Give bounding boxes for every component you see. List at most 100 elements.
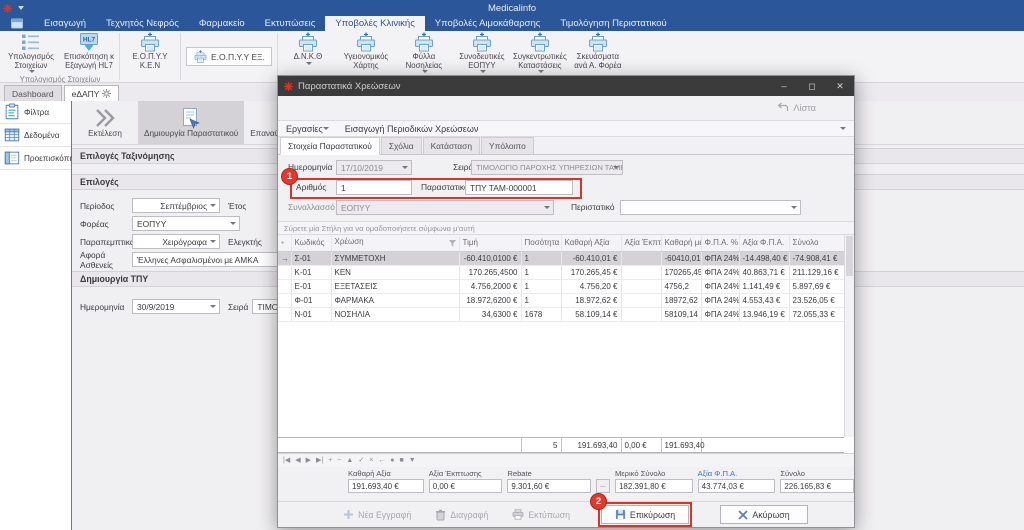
row-selector-header: ● (278, 235, 291, 251)
last-record-icon[interactable]: ▶| (316, 457, 323, 464)
table-cell: 170.265,4500 (459, 265, 521, 279)
sidebar-item-label: Φίλτρα (24, 108, 49, 117)
agency-select[interactable]: ΕΟΠΥΥ (132, 216, 240, 231)
data-table-icon (3, 126, 21, 144)
total-label: Καθαρή Αξία (348, 469, 424, 478)
column-header[interactable]: Τιμή (459, 235, 521, 251)
minimize-button[interactable]: – (770, 76, 798, 96)
ribbon-button[interactable]: Υγειονομικός Χάρτης (337, 31, 395, 71)
column-header[interactable]: Σύνολο (789, 235, 844, 251)
refresh-icon[interactable]: ← (378, 457, 385, 464)
ribbon-button[interactable]: Συγκεντρωτικές Καταστάσεις (511, 31, 569, 74)
maximize-button[interactable]: ◻ (798, 76, 826, 96)
period-select[interactable]: Σεπτέμβριος (132, 198, 220, 213)
doc-series-input[interactable]: ΤΙΜΟΛΟΓΙΟ ΠΑΡΟΧΗΣ ΥΠΗΡΕΣΙΩΝ ΤΑΜΕΙΟΥ (471, 160, 623, 175)
save-icon (615, 509, 626, 520)
ribbon-button[interactable]: Ε.Ο.Π.Υ.Υ Κ.Ε.Ν (121, 31, 179, 71)
patients-input[interactable]: Έλληνες Ασφαλισμένοι με ΑΜΚΑ (132, 252, 280, 267)
total-value-input[interactable]: 226.165,83 € (780, 479, 854, 493)
table-row[interactable]: →Σ-01ΣΥΜΜΕΤΟΧΗ-60.410,0100 €1-60.410,01 … (278, 251, 844, 265)
ribbon-button[interactable]: Συνοδευτικές ΕΟΠΥΥ (453, 31, 511, 74)
column-header[interactable]: Καθαρή μετά (661, 235, 701, 251)
toolbar-item[interactable]: Εκτέλεση (72, 101, 138, 144)
delete-record-icon[interactable]: − (337, 457, 341, 464)
menu-tab[interactable]: Τεχνητός Νεφρός (96, 16, 189, 31)
sidebar-item[interactable]: Δεδομένα (0, 124, 71, 147)
column-header[interactable]: Ποσότητα (521, 235, 561, 251)
ribbon-button[interactable]: Υπολογισμός Στοιχείων (2, 31, 60, 74)
total-value-input[interactable]: 191.693,40 € (348, 479, 424, 493)
close-button[interactable]: ✕ (826, 76, 854, 96)
creation-date-input[interactable]: 30/9/2019 (132, 299, 220, 314)
first-record-icon[interactable]: |◀ (283, 457, 290, 464)
table-row[interactable]: Ε-01ΕΞΕΤΑΣΕΙΣ4.756,2000 €14.756,20 €4756… (278, 279, 844, 293)
list-button[interactable]: Λίστα (777, 102, 816, 114)
counterparty-input[interactable]: ΕΟΠΥΥ (336, 200, 554, 215)
total-group: Μερικό Σύνολο182.391,80 € (615, 469, 693, 493)
doc-date-input[interactable]: 17/10/2019 (336, 160, 412, 175)
workspace-tab[interactable]: eΔΑΠΥ (64, 85, 120, 101)
total-value-input[interactable]: 43.774,03 € (698, 479, 776, 493)
menu-tab[interactable]: Τιμολόγηση Περιστατικού (550, 16, 676, 31)
ribbon-button[interactable]: Σκευάσματα ανά Α. Φορέα (569, 31, 627, 71)
prev-record-icon[interactable]: ◀ (295, 457, 300, 464)
referrals-select[interactable]: Χειρόγραφα (132, 234, 220, 249)
menu-tab[interactable]: Εκτυπώσεις (255, 16, 326, 31)
footer-button[interactable]: Επικύρωση (601, 505, 689, 524)
table-row[interactable]: Κ-01ΚΕΝ170.265,45001170.265,45 €170265,4… (278, 265, 844, 279)
menu-tab[interactable]: Εισαγωγή (34, 16, 96, 31)
incident-select[interactable] (620, 200, 801, 215)
retrieve-icon[interactable]: ■ (400, 457, 404, 464)
table-row[interactable]: Ν-01ΝΟΣΗΛΙΑ34,6300 €167858.109,14 €58109… (278, 307, 844, 321)
rebate-ellipsis-button[interactable]: ... (596, 479, 610, 493)
footer-button-label: Εκτύπωση (528, 510, 570, 520)
ribbon-button[interactable]: HL7Επισκόπηση κ Εξαγωγή HL7 (60, 31, 118, 71)
bookmark-icon[interactable]: ● (390, 457, 394, 464)
table-cell: ΦΠΑ 24% (701, 293, 739, 307)
ribbon-button[interactable]: Δ.Ν.Κ.Θ (279, 31, 337, 66)
tasks-menu[interactable]: Εργασίες (286, 124, 329, 134)
doc-document-input[interactable]: ΤΠΥ ΤΑΜ-000001 (465, 180, 573, 195)
dialog-tab[interactable]: Στοιχεία Παραστατικού (280, 137, 380, 155)
footer-button[interactable]: Ακύρωση (720, 505, 808, 524)
column-header[interactable]: Αξία Φ.Π.Α. (739, 235, 789, 251)
menu-tab[interactable]: Υποβολές Αιμοκάθαρσης (425, 16, 551, 31)
dialog-tab[interactable]: Κατάσταση (423, 137, 480, 154)
edit-record-icon[interactable]: ▲ (346, 457, 353, 464)
filter-icon[interactable] (449, 240, 456, 249)
svg-text:HL7: HL7 (83, 37, 96, 44)
filter-grid-icon[interactable]: ▼ (409, 457, 416, 464)
next-record-icon[interactable]: ▶ (306, 457, 311, 464)
grid-scrollbar[interactable] (844, 235, 854, 437)
ribbon-button[interactable]: Ε.Ο.Π.Υ.Υ ΕΞ. (186, 47, 272, 66)
dialog-tab[interactable]: Σχόλια (381, 137, 422, 154)
post-edit-icon[interactable]: ✓ (358, 457, 364, 464)
ribbon-button[interactable]: Φύλλα Νοσηλείας (395, 31, 453, 74)
toolbar-item[interactable]: Δημιουργία Παραστατικού (138, 101, 244, 144)
append-record-icon[interactable]: + (328, 457, 332, 464)
column-header[interactable]: Αξία Έκπτωση (621, 235, 661, 251)
menu-tab[interactable]: Φαρμακείο (189, 16, 255, 31)
menu-tab[interactable]: Υποβολές Κλινικής (325, 16, 424, 31)
dialog-tab[interactable]: Υπόλοιπο (481, 137, 534, 154)
sidebar-item[interactable]: Φίλτρα (0, 101, 71, 124)
table-cell: -60.410,0100 € (459, 251, 521, 265)
column-header[interactable]: Χρέωση (331, 235, 459, 251)
total-value-input[interactable]: 182.391,80 € (615, 479, 693, 493)
doc-number-input[interactable]: 1 (336, 180, 412, 195)
application-menu-icon[interactable] (0, 16, 34, 31)
return-arrow-icon (777, 102, 789, 114)
menu-dropdown-caret-icon[interactable] (840, 127, 846, 130)
column-header[interactable]: Κωδικός (291, 235, 331, 251)
table-row[interactable]: Φ-01ΦΑΡΜΑΚΑ18.972,6200 €118.972,62 €1897… (278, 293, 844, 307)
counterparty-label: Συναλλασσό (288, 202, 335, 212)
total-value-input[interactable]: 0,00 € (429, 479, 503, 493)
sidebar-item[interactable]: Προεπισκόπηση (0, 147, 71, 170)
row-selector-cell (278, 279, 291, 293)
total-value-input[interactable]: 9.301,60 € (507, 479, 591, 493)
column-header[interactable]: Καθαρή Αξία (561, 235, 621, 251)
workspace-tab[interactable]: Dashboard (4, 85, 62, 101)
column-header[interactable]: Φ.Π.Α. % (701, 235, 739, 251)
dialog-menu-bar: Εργασίες Εισαγωγή Περιοδικών Χρεώσεων (278, 120, 854, 137)
cancel-edit-icon[interactable]: × (369, 457, 373, 464)
